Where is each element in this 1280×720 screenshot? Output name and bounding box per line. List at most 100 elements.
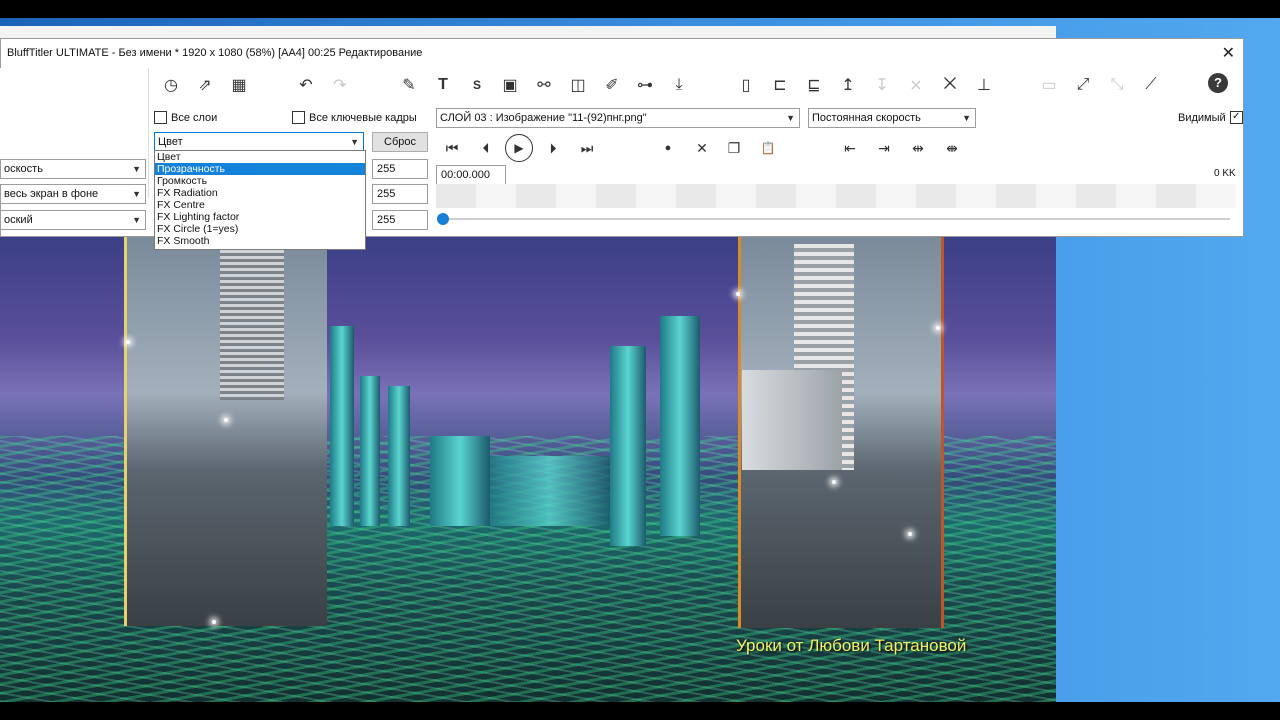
- transform-icon[interactable]: ⤢: [1070, 72, 1096, 98]
- dropdown-option[interactable]: FX Centre: [155, 199, 365, 211]
- preview-scene: [0, 236, 1056, 702]
- export-icon[interactable]: ⇗: [192, 72, 218, 98]
- paste-icon[interactable]: 📋: [754, 134, 782, 162]
- pencil-icon[interactable]: ✐: [599, 72, 625, 98]
- film-icon[interactable]: ▦: [226, 72, 252, 98]
- layer-child-icon[interactable]: ⊏: [767, 72, 793, 98]
- left-combo-3-value: оский: [4, 214, 33, 226]
- sparkle: [936, 326, 940, 330]
- dropdown-option[interactable]: Цвет: [155, 151, 365, 163]
- glass-tower: [388, 386, 410, 526]
- undo-icon[interactable]: ↶: [293, 72, 319, 98]
- layer-link-icon[interactable]: ⊑: [801, 72, 827, 98]
- left-combo-2-value: весь экран в фоне: [4, 188, 99, 200]
- chevron-down-icon: ▼: [786, 113, 795, 123]
- property-combo[interactable]: Цвет ▼: [154, 132, 364, 152]
- sparkle: [736, 292, 740, 296]
- left-combo-1[interactable]: оскость ▼: [0, 159, 146, 179]
- shapes-icon[interactable]: ⊶: [632, 72, 658, 98]
- step-back-icon[interactable]: ⏴: [472, 134, 500, 162]
- all-keyframes-checkbox[interactable]: Все ключевые кадры: [292, 111, 417, 124]
- visible-checkbox[interactable]: Видимый ✓: [1178, 111, 1243, 124]
- s-icon[interactable]: S: [464, 72, 490, 98]
- checkbox-box: [292, 111, 305, 124]
- layer-combo-value: СЛОЙ 03 : Изображение "11-(92)пнг.png": [440, 112, 647, 124]
- layer-x-icon[interactable]: ⨉: [937, 72, 963, 98]
- layers-icon[interactable]: ▯: [733, 72, 759, 98]
- dropdown-option[interactable]: FX Lighting factor: [155, 211, 365, 223]
- sparkle: [908, 532, 912, 536]
- glass-tower: [330, 326, 354, 526]
- layer-combo[interactable]: СЛОЙ 03 : Изображение "11-(92)пнг.png" ▼: [436, 108, 800, 128]
- chevron-down-icon: ▼: [350, 137, 359, 147]
- value-field-2[interactable]: 255: [372, 184, 428, 204]
- frame-icon[interactable]: ▭: [1036, 72, 1062, 98]
- dropdown-option[interactable]: FX Radiation: [155, 187, 365, 199]
- layer-down-icon[interactable]: ⊥: [971, 72, 997, 98]
- property-dropdown-list: Цвет Прозрачность Громкость FX Radiation…: [154, 150, 366, 250]
- chevron-down-icon: ▼: [962, 113, 971, 123]
- value-field-1[interactable]: 255: [372, 159, 428, 179]
- key-end-icon[interactable]: ⇥: [870, 134, 898, 162]
- key-start-icon[interactable]: ⇤: [836, 134, 864, 162]
- window-title: BluffTitler ULTIMATE - Без имени * 1920 …: [7, 47, 423, 59]
- key-range-icon[interactable]: ⇹: [904, 134, 932, 162]
- sparkle: [224, 418, 228, 422]
- glass-tower: [660, 316, 700, 536]
- speed-combo[interactable]: Постоянная скорость ▼: [808, 108, 976, 128]
- sparkle: [126, 340, 130, 344]
- step-forward-icon[interactable]: ⏵: [539, 134, 567, 162]
- magic-wand-icon[interactable]: ⟋: [1138, 72, 1164, 98]
- glass-tower: [430, 436, 490, 526]
- cube-icon[interactable]: ◫: [565, 72, 591, 98]
- round-tower: [220, 250, 284, 400]
- reset-button[interactable]: Сброс: [372, 132, 428, 152]
- help-icon[interactable]: ?: [1208, 73, 1228, 93]
- skip-end-icon[interactable]: ⏭: [573, 134, 601, 162]
- layer-disabled-icon[interactable]: ↧: [869, 72, 895, 98]
- download-icon[interactable]: ⤓: [666, 72, 692, 98]
- dropdown-option[interactable]: Громкость: [155, 175, 365, 187]
- chevron-down-icon: ▼: [132, 215, 141, 225]
- left-combo-2[interactable]: весь экран в фоне ▼: [0, 184, 146, 204]
- redo-icon[interactable]: ↷: [327, 72, 353, 98]
- dropdown-option-selected[interactable]: Прозрачность: [155, 163, 365, 175]
- copy-icon[interactable]: ❐: [720, 134, 748, 162]
- layer-up-icon[interactable]: ↥: [835, 72, 861, 98]
- brush-icon[interactable]: ✎: [396, 72, 422, 98]
- all-layers-checkbox[interactable]: Все слои: [154, 111, 217, 124]
- keyframe-counter: 0 KK: [1214, 168, 1236, 179]
- text-icon[interactable]: T: [430, 72, 456, 98]
- classic-building: [742, 370, 842, 470]
- time-field[interactable]: 00:00.000: [436, 165, 506, 185]
- check-icon: ✓: [1229, 111, 1243, 124]
- all-keyframes-label: Все ключевые кадры: [309, 111, 417, 124]
- timeline-track[interactable]: [436, 184, 1236, 208]
- visible-label: Видимый: [1178, 111, 1226, 124]
- clock-icon[interactable]: ◷: [158, 72, 184, 98]
- glass-tower: [610, 346, 646, 546]
- glass-tower: [360, 376, 380, 526]
- dropdown-option[interactable]: FX Circle (1=yes): [155, 223, 365, 235]
- title-bar: BluffTitler ULTIMATE - Без имени * 1920 …: [1, 39, 1243, 67]
- skip-start-icon[interactable]: ⏮: [438, 134, 466, 162]
- glass-building: [490, 456, 610, 526]
- dropdown-option[interactable]: FX Smooth: [155, 235, 365, 247]
- chevron-down-icon: ▼: [132, 189, 141, 199]
- record-icon[interactable]: ●: [654, 134, 682, 162]
- play-icon[interactable]: ▶: [505, 134, 533, 162]
- image-icon[interactable]: ▣: [497, 72, 523, 98]
- time-slider-handle[interactable]: [437, 213, 449, 225]
- key-center-icon[interactable]: ⇼: [938, 134, 966, 162]
- value-field-3[interactable]: 255: [372, 210, 428, 230]
- transform-disabled-icon[interactable]: ⤡: [1104, 72, 1130, 98]
- close-icon[interactable]: ✕: [1222, 43, 1235, 63]
- property-combo-value: Цвет: [158, 136, 183, 148]
- left-combo-3[interactable]: оский ▼: [0, 210, 146, 230]
- delete-key-icon[interactable]: ✕: [688, 134, 716, 162]
- chevron-down-icon: ▼: [132, 164, 141, 174]
- sparkle: [212, 620, 216, 624]
- layer-disabled-icon[interactable]: ⨯: [903, 72, 929, 98]
- nodes-icon[interactable]: ⚯: [531, 72, 557, 98]
- time-slider[interactable]: [440, 218, 1230, 220]
